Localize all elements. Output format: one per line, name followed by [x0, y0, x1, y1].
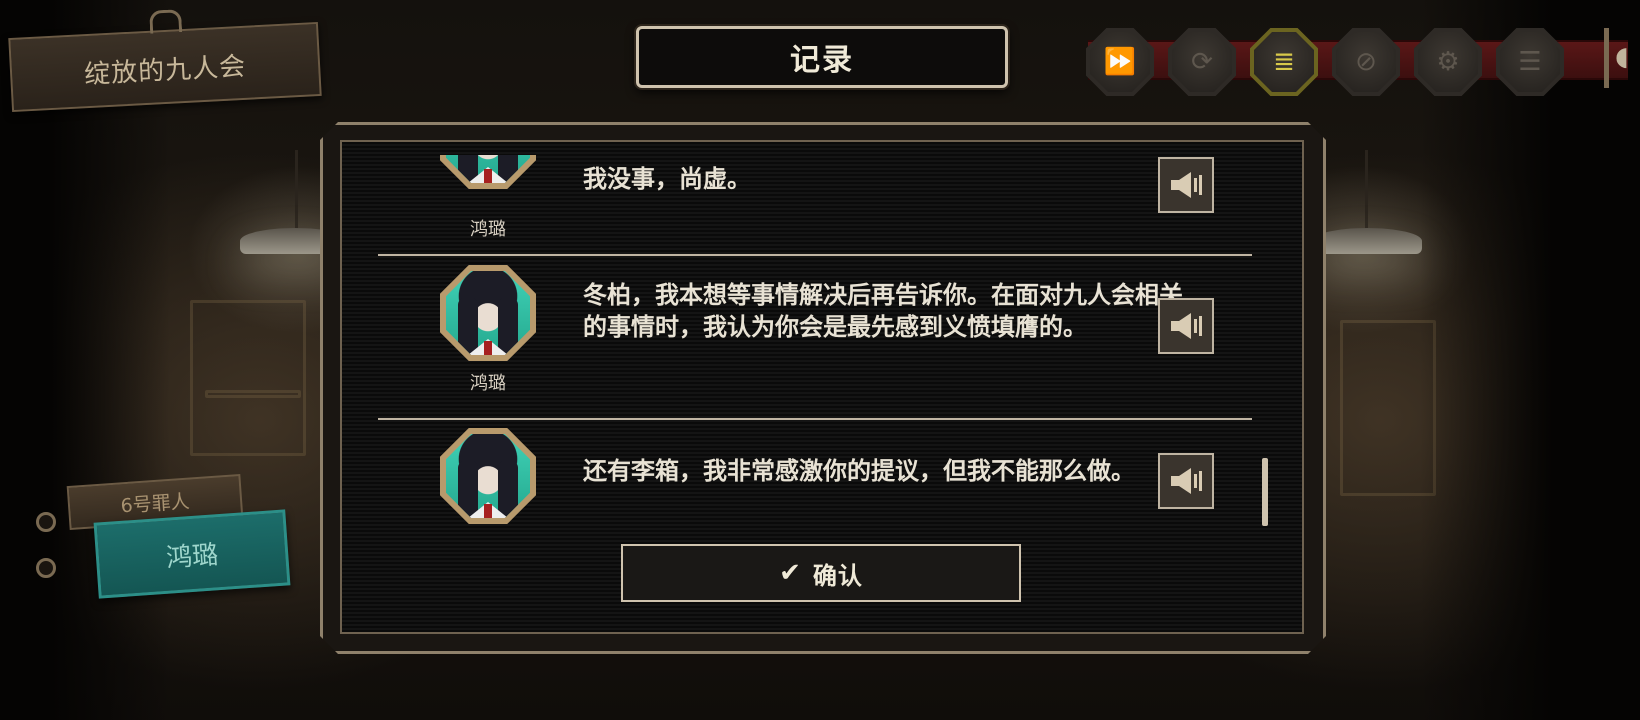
- confirm-label: 确认: [812, 561, 863, 590]
- log-entry: 鸿璐 冬柏，我本想等事情解决后再告诉你。在面对九人会相关的事情时，我认为你会是最…: [378, 265, 1252, 429]
- log-icon: ≣: [1273, 47, 1295, 77]
- log-scrollbar[interactable]: [1262, 458, 1268, 526]
- suspect-name-label: 鸿璐: [165, 539, 220, 574]
- log-entry: 还有李箱，我非常感激你的提议，但我不能那么做。: [378, 428, 1252, 540]
- tag-hook-icon: [36, 558, 56, 578]
- voice-replay-button[interactable]: [1158, 157, 1214, 213]
- speaker-icon: [1171, 468, 1202, 494]
- lamp-right: [1312, 228, 1422, 254]
- hide-ui-icon: ⊘: [1355, 47, 1377, 77]
- dialog-text: 还有李箱，我非常感激你的提议，但我不能那么做。: [583, 457, 1135, 485]
- entry-divider: [378, 254, 1252, 256]
- background-shelf-board: [205, 390, 301, 398]
- rail-end-icon: ◖: [1615, 42, 1629, 72]
- suspect-number-label: 6号罪人: [119, 490, 191, 517]
- log-entry: 鸿璐 我没事，尚虚。: [378, 155, 1252, 257]
- dialog-text: 我没事，尚虚。: [583, 165, 751, 193]
- checkmark-icon: ✔: [779, 558, 801, 588]
- tag-hook-icon: [36, 512, 56, 532]
- plaque-hook-icon: [149, 9, 183, 34]
- dialog-text: 冬柏，我本想等事情解决后再告诉你。在面对九人会相关的事情时，我认为你会是最先感到…: [583, 281, 1183, 341]
- voice-replay-button[interactable]: [1158, 453, 1214, 509]
- speaker-icon: [1171, 172, 1202, 198]
- confirm-button[interactable]: ✔ 确认: [621, 544, 1021, 602]
- log-title: 记录: [790, 43, 854, 78]
- speaker-avatar: [440, 428, 536, 524]
- vignette-right: [1420, 0, 1640, 720]
- speaker-icon: [1171, 313, 1202, 339]
- background-shelf-left: [190, 300, 306, 456]
- speaker-name: 鸿璐: [470, 373, 506, 394]
- voice-replay-button[interactable]: [1158, 298, 1214, 354]
- speaker-avatar: [440, 265, 536, 361]
- auto-play-icon: ⟳: [1191, 47, 1213, 77]
- log-title-bar: 记录: [636, 26, 1008, 88]
- fast-forward-icon: ⏩: [1103, 47, 1137, 77]
- speaker-name: 鸿璐: [470, 219, 506, 240]
- entry-divider: [378, 418, 1252, 420]
- rail-end-cap: ◖: [1604, 28, 1639, 88]
- chapter-title: 绽放的九人会: [83, 51, 247, 91]
- lamp-cord-right: [1365, 150, 1368, 230]
- settings-gear-icon: ⚙: [1436, 47, 1460, 77]
- lamp-cord-left: [295, 150, 298, 230]
- log-scroll-area[interactable]: 鸿璐 我没事，尚虚。 鸿璐 冬柏，我本想等事情解决后再告诉你。在面对九人会相关的…: [340, 155, 1300, 540]
- suspect-name-tag[interactable]: 鸿璐: [93, 509, 291, 599]
- speaker-avatar: [440, 155, 536, 189]
- menu-icon: ☰: [1518, 47, 1542, 77]
